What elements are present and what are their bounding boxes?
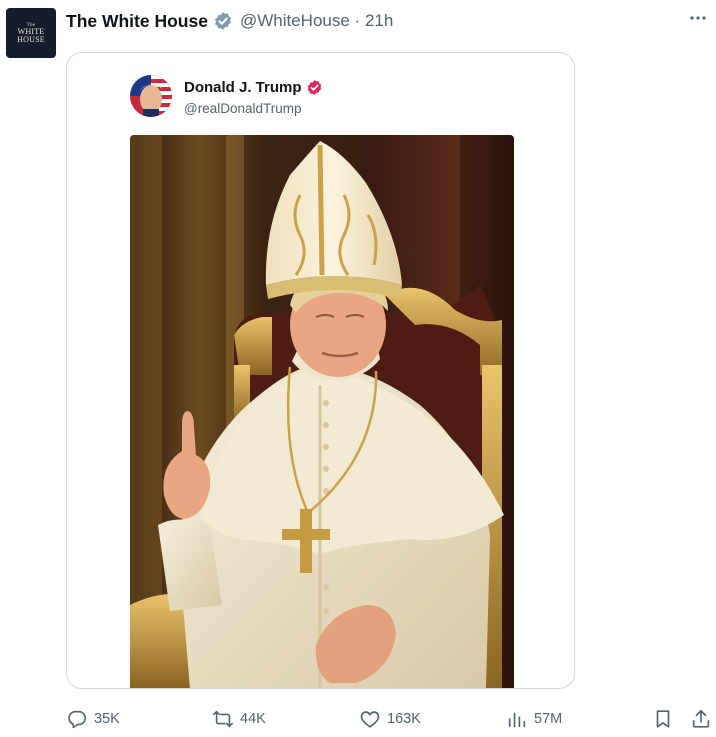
views-button[interactable]: 57M: [506, 705, 562, 733]
embedded-author-name-row: Donald J. Trump: [184, 79, 323, 96]
embedded-post-image[interactable]: [130, 135, 514, 688]
like-count: 163K: [387, 711, 421, 727]
share-button[interactable]: [690, 705, 712, 733]
share-icon: [690, 708, 712, 730]
meta-separator: ·: [354, 11, 361, 30]
verified-badge-icon[interactable]: [306, 79, 323, 96]
author-display-name[interactable]: The White House: [66, 11, 208, 32]
author-handle[interactable]: @WhiteHouse: [240, 11, 350, 30]
reply-count: 35K: [94, 711, 120, 727]
bookmark-button[interactable]: [652, 705, 674, 733]
repost-icon: [212, 708, 234, 730]
avatar-text-house: HOUSE: [17, 34, 45, 44]
bookmark-icon: [652, 708, 674, 730]
more-horizontal-icon: [689, 15, 707, 21]
whitehouse-avatar[interactable]: The WHITE HOUSE: [6, 8, 56, 58]
repost-button[interactable]: 44K: [212, 705, 266, 733]
more-options-button[interactable]: [686, 8, 710, 28]
embedded-author-display-name[interactable]: Donald J. Trump: [184, 79, 302, 96]
like-button[interactable]: 163K: [359, 705, 421, 733]
author-meta: @WhiteHouse · 21h: [240, 11, 393, 31]
repost-count: 44K: [240, 711, 266, 727]
heart-icon: [359, 708, 381, 730]
government-verified-badge-icon[interactable]: [213, 11, 233, 31]
views-count: 57M: [534, 711, 563, 727]
embedded-author-handle[interactable]: @realDonaldTrump: [184, 101, 302, 116]
embedded-post-card[interactable]: Donald J. Trump @realDonaldTrump: [66, 52, 575, 689]
tweet-action-bar: 35K 44K 163K 57M: [0, 705, 716, 733]
tweet-header: The White House @WhiteHouse · 21h: [66, 9, 393, 33]
reply-icon: [66, 708, 88, 730]
views-chart-icon: [506, 708, 528, 730]
tweet-timestamp[interactable]: 21h: [365, 11, 393, 30]
embedded-author-avatar[interactable]: [130, 75, 172, 117]
reply-button[interactable]: 35K: [66, 705, 120, 733]
